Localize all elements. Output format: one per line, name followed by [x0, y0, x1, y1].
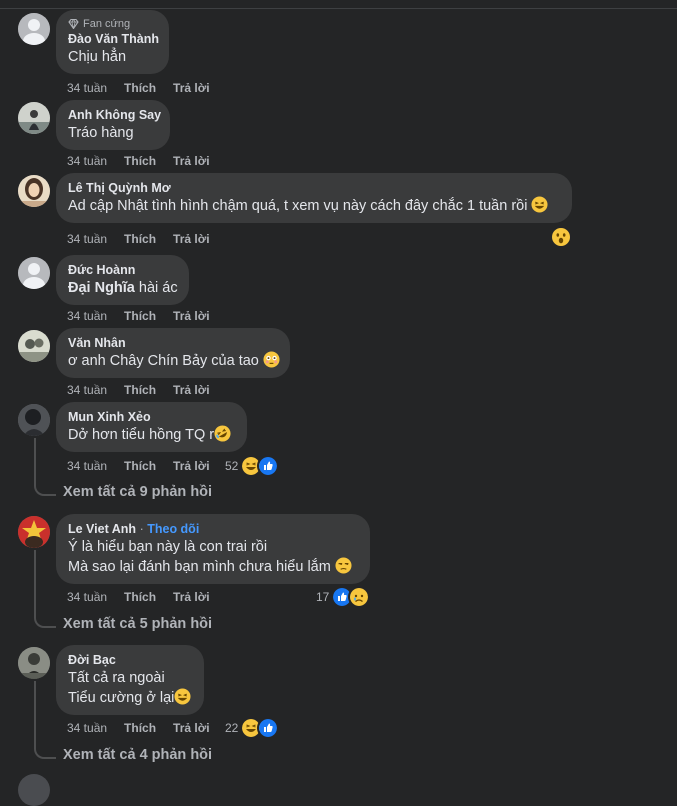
reaction-summary[interactable]: 22 — [225, 717, 280, 739]
comment-text: Tất cả ra ngoài — [68, 670, 165, 686]
timestamp[interactable]: 34 tuần — [67, 721, 107, 735]
comment-bubble: Lê Thị Quỳnh Mơ Ad cập Nhật tình hình ch… — [56, 173, 572, 223]
reply-button[interactable]: Trả lời — [173, 383, 210, 397]
comment-text: Ý là hiểu bạn này là con trai rồi — [68, 539, 268, 555]
avatar[interactable] — [18, 647, 50, 679]
comment-bubble: Anh Không Say Tráo hàng — [56, 100, 170, 150]
commenter-name[interactable]: Đức Hoànn — [68, 262, 177, 278]
commenter-name[interactable]: Mun Xinh Xẻo — [68, 409, 235, 425]
reaction-summary[interactable]: 17 — [316, 586, 371, 608]
timestamp[interactable]: 34 tuần — [67, 383, 107, 397]
timestamp[interactable]: 34 tuần — [67, 232, 107, 246]
timestamp[interactable]: 34 tuần — [67, 590, 107, 604]
like-reaction — [257, 717, 280, 739]
comment-actions: 34 tuần Thích Trả lời — [67, 383, 227, 397]
view-replies-link[interactable]: Xem tất cả 5 phản hồi — [63, 616, 212, 632]
timestamp[interactable]: 34 tuần — [67, 309, 107, 323]
like-button[interactable]: Thích — [124, 309, 156, 323]
reply-button[interactable]: Trả lời — [173, 81, 210, 95]
comment-bubble: Fan cứng Đào Văn Thành Chịu hẳn — [56, 10, 169, 74]
badge-label: Fan cứng — [83, 18, 131, 30]
reaction-count[interactable]: 22 — [225, 721, 238, 735]
diamond-icon — [68, 19, 79, 29]
commenter-name[interactable]: Lê Thị Quỳnh Mơ — [68, 180, 560, 196]
commenter-name[interactable]: Đời Bạc — [68, 652, 192, 668]
comment-actions: 34 tuần Thích Trả lời — [67, 721, 227, 735]
comment-text-line-2: Mà sao lại đánh bạn mình chưa hiểu lắm — [68, 557, 358, 577]
timestamp[interactable]: 34 tuần — [67, 154, 107, 168]
comment-text-line-2: Tiểu cường ở lại — [68, 688, 192, 708]
avatar[interactable] — [18, 774, 50, 806]
avatar[interactable] — [18, 330, 50, 362]
thread-connector — [34, 438, 56, 496]
comment-bubble: Đời Bạc Tất cả ra ngoài Tiểu cường ở lại — [56, 645, 204, 715]
comment-bubble: Đức Hoànn Đại Nghĩa hài ác — [56, 255, 189, 305]
commenter-name[interactable]: Anh Không Say — [68, 107, 161, 123]
reply-button[interactable]: Trả lời — [173, 154, 210, 168]
comment-text: Dở hơn tiểu hồng TQ r — [68, 425, 235, 445]
top-divider — [0, 8, 677, 9]
follow-button[interactable]: Theo dõi — [147, 522, 199, 536]
view-replies-link[interactable]: Xem tất cả 9 phản hồi — [63, 484, 212, 500]
like-reaction — [257, 455, 280, 477]
wow-reaction[interactable] — [551, 227, 571, 252]
avatar[interactable] — [18, 257, 50, 289]
like-button[interactable]: Thích — [124, 81, 156, 95]
avatar[interactable] — [18, 102, 50, 134]
tagged-name[interactable]: Đại Nghĩa — [68, 280, 135, 296]
timestamp[interactable]: 34 tuần — [67, 459, 107, 473]
thread-connector — [34, 681, 56, 759]
reaction-summary[interactable]: 52 — [225, 455, 280, 477]
laughing-emoji — [531, 196, 548, 213]
like-button[interactable]: Thích — [124, 154, 156, 168]
reaction-count[interactable]: 17 — [316, 590, 329, 604]
reply-button[interactable]: Trả lời — [173, 590, 210, 604]
avatar[interactable] — [18, 13, 50, 45]
comment-actions: 34 tuần Thích Trả lời — [67, 590, 227, 604]
laughing-emoji — [174, 688, 191, 705]
like-button[interactable]: Thích — [124, 232, 156, 246]
avatar[interactable] — [18, 404, 50, 436]
comment-bubble: Mun Xinh Xẻo Dở hơn tiểu hồng TQ r — [56, 402, 247, 452]
reply-button[interactable]: Trả lời — [173, 721, 210, 735]
unamused-emoji — [335, 557, 352, 574]
comment-text: Ad cập Nhật tình hình chậm quá, t xem vụ… — [68, 196, 560, 216]
like-button[interactable]: Thích — [124, 459, 156, 473]
rolling-laughing-emoji — [214, 425, 231, 442]
comment-actions: 34 tuần Thích Trả lời — [67, 232, 227, 246]
comment-actions: 34 tuần Thích Trả lời — [67, 154, 227, 168]
comment-bubble: Le Viet Anh · Theo dõi Ý là hiểu bạn này… — [56, 514, 370, 584]
reaction-count[interactable]: 52 — [225, 459, 238, 473]
comment-actions: 34 tuần Thích Trả lời — [67, 81, 227, 95]
comment-text: Chịu hẳn — [68, 49, 127, 65]
view-replies-link[interactable]: Xem tất cả 4 phản hồi — [63, 747, 212, 763]
like-button[interactable]: Thích — [124, 590, 156, 604]
fan-badge: Fan cứng — [68, 17, 157, 31]
reply-button[interactable]: Trả lời — [173, 309, 210, 323]
comment-bubble: Văn Nhân ơ anh Chây Chín Bảy của tao — [56, 328, 290, 378]
reply-button[interactable]: Trả lời — [173, 232, 210, 246]
comment-text: ơ anh Chây Chín Bảy của tao — [68, 351, 280, 371]
reply-button[interactable]: Trả lời — [173, 459, 210, 473]
commenter-name[interactable]: Le Viet Anh — [68, 522, 136, 536]
avatar[interactable] — [18, 516, 50, 548]
commenter-name[interactable]: Đào Văn Thành — [68, 31, 159, 47]
like-button[interactable]: Thích — [124, 721, 156, 735]
sad-reaction — [348, 586, 371, 608]
comment-text: Tráo hàng — [68, 125, 134, 141]
like-button[interactable]: Thích — [124, 383, 156, 397]
thread-connector — [34, 550, 56, 628]
comment-actions: 34 tuần Thích Trả lời — [67, 309, 227, 323]
commenter-name[interactable]: Văn Nhân — [68, 335, 278, 351]
comment-actions: 34 tuần Thích Trả lời — [67, 459, 227, 473]
comment-text: Đại Nghĩa hài ác — [68, 280, 178, 296]
flushed-emoji — [263, 351, 280, 368]
avatar[interactable] — [18, 175, 50, 207]
timestamp[interactable]: 34 tuần — [67, 81, 107, 95]
commenter-name-row: Le Viet Anh · Theo dõi — [68, 521, 358, 537]
separator: · — [139, 522, 144, 536]
